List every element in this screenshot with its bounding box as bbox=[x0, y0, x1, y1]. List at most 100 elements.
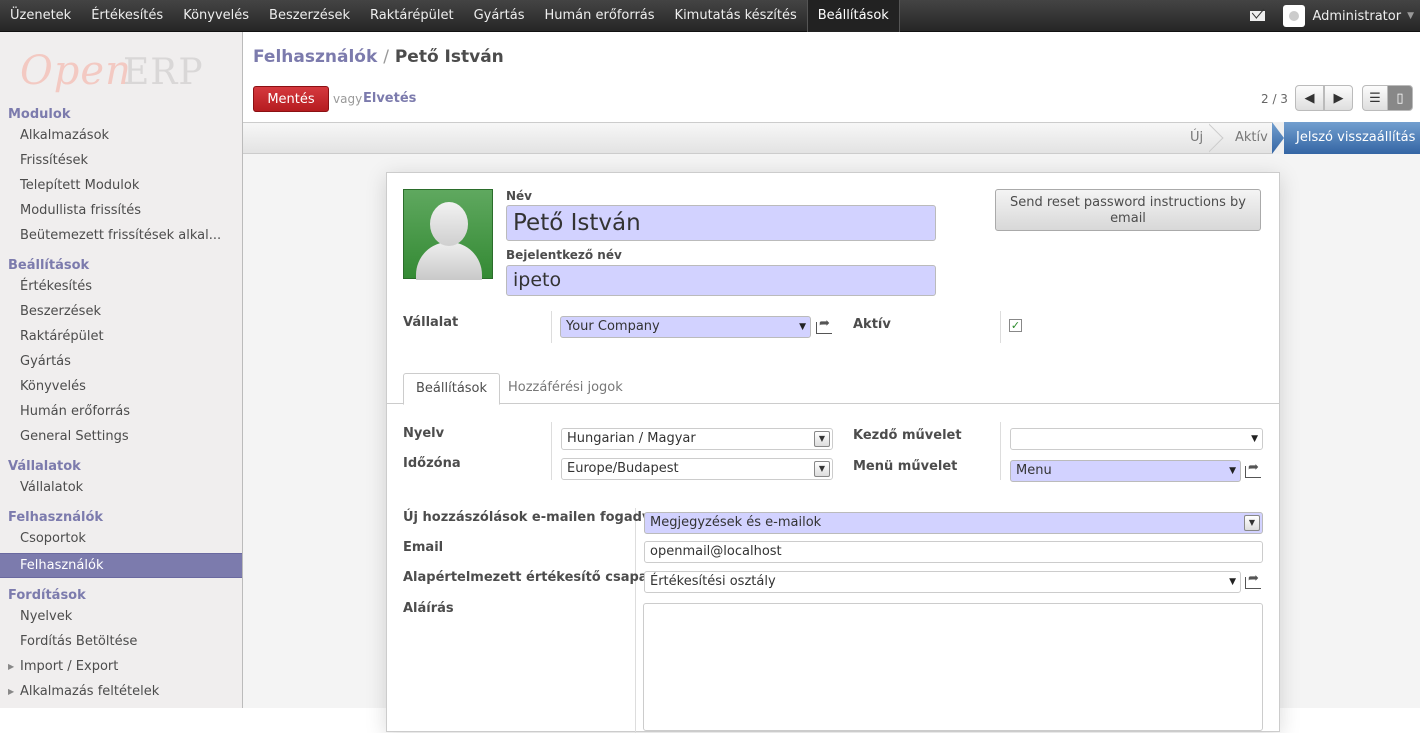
top-bar: Üzenetek Értékesítés Könyvelés Beszerzés… bbox=[0, 0, 1420, 32]
breadcrumb-parent[interactable]: Felhasználók bbox=[253, 47, 377, 67]
sidebar-item-scheduled-updates[interactable]: Beütemezett frissítések alkal... bbox=[20, 228, 221, 243]
company-label: Vállalat bbox=[403, 315, 459, 330]
status-separator bbox=[1209, 123, 1227, 153]
status-step-password-reset[interactable]: Jelszó visszaállítás bbox=[1272, 122, 1420, 154]
sidebar-item-updates[interactable]: Frissítések bbox=[20, 153, 88, 168]
notebook-tabs: Beállítások Hozzáférési jogok bbox=[387, 371, 1279, 405]
sales-team-select[interactable]: Értékesítési osztály ▼ bbox=[644, 571, 1241, 593]
save-button[interactable]: Mentés bbox=[253, 86, 329, 112]
field-separator bbox=[551, 311, 552, 343]
login-field[interactable]: ipeto bbox=[506, 265, 936, 296]
name-label: Név bbox=[506, 189, 533, 203]
sales-team-label: Alapértelmezett értékesítő csapat bbox=[403, 570, 654, 585]
breadcrumb: Felhasználók / Pető István bbox=[253, 47, 504, 67]
menu-action-label: Menü művelet bbox=[853, 459, 958, 474]
sidebar-item-load-translation[interactable]: Fordítás Betöltése bbox=[20, 634, 137, 649]
language-select[interactable]: Hungarian / Magyar ▼ bbox=[561, 428, 833, 450]
status-bar: Új Aktív Jelszó visszaállítás bbox=[243, 122, 1420, 154]
notify-email-value: Megjegyzések és e-mailok bbox=[650, 515, 822, 530]
status-step-active[interactable]: Aktív bbox=[1235, 123, 1268, 153]
select-arrow-icon: ▼ bbox=[1244, 515, 1260, 531]
send-reset-password-button[interactable]: Send reset password instructions by emai… bbox=[995, 189, 1261, 231]
topmenu-settings[interactable]: Beállítások bbox=[806, 0, 900, 32]
pager-previous-button[interactable]: ◀ bbox=[1295, 85, 1324, 111]
expand-triangle-icon[interactable]: ▶ bbox=[8, 662, 14, 671]
sidebar-item-languages[interactable]: Nyelvek bbox=[20, 609, 72, 624]
external-link-icon[interactable] bbox=[1245, 460, 1261, 478]
form-view-button[interactable]: ▯ bbox=[1387, 85, 1413, 111]
topmenu-sales[interactable]: Értékesítés bbox=[81, 0, 173, 32]
sidebar: Open ERP Modulok Alkalmazások Frissítése… bbox=[0, 32, 243, 708]
openerp-logo[interactable]: Open ERP bbox=[20, 48, 205, 96]
sidebar-item-accounting[interactable]: Könyvelés bbox=[20, 379, 86, 394]
active-label: Aktív bbox=[853, 317, 891, 332]
chevron-down-icon[interactable]: ▼ bbox=[1407, 11, 1414, 21]
tab-access-rights[interactable]: Hozzáférési jogok bbox=[496, 373, 635, 405]
sidebar-item-groups[interactable]: Csoportok bbox=[20, 531, 86, 546]
user-menu-name[interactable]: Administrator bbox=[1312, 9, 1401, 24]
sidebar-item-update-module-list[interactable]: Modullista frissítés bbox=[20, 203, 141, 218]
dropdown-arrow-icon: ▼ bbox=[1251, 434, 1258, 444]
user-photo[interactable] bbox=[403, 189, 493, 280]
field-separator bbox=[635, 508, 636, 733]
company-select[interactable]: Your Company ▼ bbox=[560, 316, 811, 338]
sidebar-item-companies[interactable]: Vállalatok bbox=[20, 480, 83, 495]
notify-email-select[interactable]: Megjegyzések és e-mailok ▼ bbox=[644, 512, 1263, 534]
timezone-label: Időzóna bbox=[403, 456, 461, 471]
name-field[interactable]: Pető István bbox=[506, 205, 936, 241]
avatar[interactable] bbox=[1283, 5, 1306, 27]
sidebar-item-installed-modules[interactable]: Telepített Modulok bbox=[20, 178, 139, 193]
view-header: Felhasználók / Pető István Mentés vagy E… bbox=[243, 32, 1420, 122]
dropdown-arrow-icon: ▼ bbox=[799, 322, 806, 332]
sidebar-section-modules: Modulok bbox=[8, 107, 71, 122]
signature-label: Aláírás bbox=[403, 601, 454, 616]
sidebar-item-purchases[interactable]: Beszerzések bbox=[20, 304, 101, 319]
topmenu-human-resources[interactable]: Humán erőforrás bbox=[535, 0, 665, 32]
select-arrow-icon: ▼ bbox=[814, 431, 830, 447]
timezone-select[interactable]: Europe/Budapest ▼ bbox=[561, 458, 833, 480]
sidebar-item-import-export[interactable]: Import / Export bbox=[20, 659, 118, 674]
sidebar-item-human-resources[interactable]: Humán erőforrás bbox=[20, 404, 130, 419]
menu-action-value: Menu bbox=[1016, 463, 1052, 478]
sidebar-item-manufacturing[interactable]: Gyártás bbox=[20, 354, 71, 369]
sidebar-item-sales[interactable]: Értékesítés bbox=[20, 279, 92, 294]
breadcrumb-separator: / bbox=[383, 47, 389, 67]
email-field[interactable]: openmail@localhost bbox=[644, 541, 1263, 563]
envelope-icon[interactable] bbox=[1250, 11, 1266, 21]
form-sheet: Név Pető István Bejelentkező név ipeto S… bbox=[386, 172, 1280, 733]
login-label: Bejelentkező név bbox=[506, 248, 622, 262]
sidebar-item-warehouse[interactable]: Raktárépület bbox=[20, 329, 104, 344]
sidebar-section-settings: Beállítások bbox=[8, 258, 90, 273]
topmenu-purchases[interactable]: Beszerzések bbox=[259, 0, 360, 32]
topmenu-reporting[interactable]: Kimutatás készítés bbox=[665, 0, 807, 32]
form-icon: ▯ bbox=[1396, 90, 1404, 106]
sidebar-item-general-settings[interactable]: General Settings bbox=[20, 429, 129, 444]
menu-action-select[interactable]: Menu ▼ bbox=[1010, 460, 1241, 482]
list-view-button[interactable]: ☰ bbox=[1362, 85, 1388, 111]
topmenu-accounting[interactable]: Könyvelés bbox=[173, 0, 259, 32]
language-value: Hungarian / Magyar bbox=[567, 431, 696, 446]
arrow-left-icon: ◀ bbox=[1304, 90, 1315, 106]
arrow-right-icon: ▶ bbox=[1333, 90, 1344, 106]
home-action-select[interactable]: ▼ bbox=[1010, 428, 1263, 450]
signature-textarea[interactable] bbox=[643, 603, 1263, 731]
timezone-value: Europe/Budapest bbox=[567, 461, 679, 476]
external-link-icon[interactable] bbox=[1245, 571, 1261, 589]
email-label: Email bbox=[403, 540, 444, 555]
topmenu-manufacturing[interactable]: Gyártás bbox=[464, 0, 535, 32]
tab-settings[interactable]: Beállítások bbox=[403, 373, 501, 405]
discard-link[interactable]: Elvetés bbox=[363, 91, 416, 106]
notify-email-label: Új hozzászólások e-mailen fogadva bbox=[403, 510, 660, 525]
pager-counter: 2 / 3 bbox=[1261, 92, 1288, 106]
pager-next-button[interactable]: ▶ bbox=[1324, 85, 1353, 111]
sidebar-item-applications[interactable]: Alkalmazások bbox=[20, 128, 109, 143]
external-link-icon[interactable] bbox=[816, 316, 832, 334]
home-action-label: Kezdő művelet bbox=[853, 428, 962, 443]
sidebar-item-users[interactable]: Felhasználók bbox=[0, 553, 242, 578]
status-step-new[interactable]: Új bbox=[1190, 123, 1203, 153]
topmenu-warehouse[interactable]: Raktárépület bbox=[360, 0, 464, 32]
sidebar-item-application-terms[interactable]: Alkalmazás feltételek bbox=[20, 684, 159, 699]
expand-triangle-icon[interactable]: ▶ bbox=[8, 687, 14, 696]
topmenu-messages[interactable]: Üzenetek bbox=[0, 0, 81, 32]
active-checkbox[interactable]: ✓ bbox=[1009, 319, 1022, 332]
